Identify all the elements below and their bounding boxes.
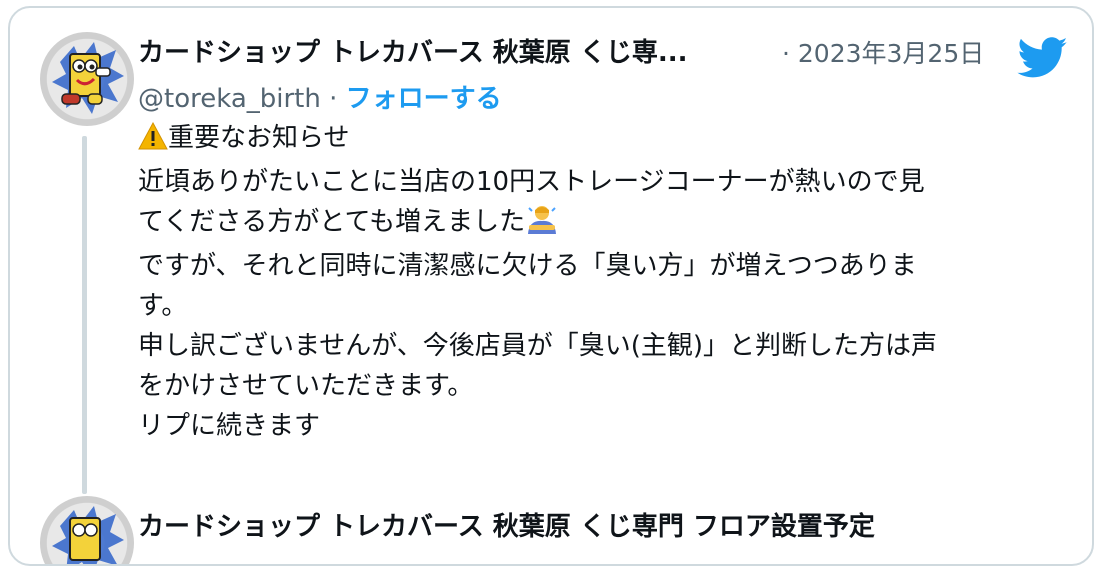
tweet-text: 重要なお知らせ 近頃ありがたいことに当店の10円ストレージコーナーが熱いので見 … [138, 118, 1068, 446]
tweet-line-3: てくださる方がとても増えました [138, 202, 1068, 246]
tweet-line-2: 近頃ありがたいことに当店の10円ストレージコーナーが熱いので見 [138, 167, 925, 197]
next-tweet-avatar[interactable] [40, 496, 134, 564]
tweet-line-7: 申し訳ございませんが、今後店員が「臭い(主観)」と判断した方は声 [138, 331, 937, 361]
mascot-avatar-icon [52, 506, 124, 564]
twitter-bird-icon[interactable] [1017, 37, 1069, 79]
tweet-line-1: 重要なお知らせ [138, 118, 1068, 162]
tweet-line-8: をかけさせていただきます。 [138, 371, 474, 401]
display-name[interactable]: カードショップ トレカバース 秋葉原 くじ専... [138, 32, 688, 69]
handle-separator: · [320, 84, 346, 114]
handle-row: @toreka_birth · フォローする [138, 78, 502, 115]
tweet-line-9: リプに続きます [138, 411, 321, 441]
bowing-person-icon [525, 204, 559, 246]
avatar[interactable] [40, 32, 134, 126]
tweet-line-5: す。 [138, 291, 188, 321]
tweet-card[interactable]: カードショップ トレカバース 秋葉原 くじ専... · 2023年3月25日 @… [8, 6, 1094, 566]
tweet-line-4: ですが、それと同時に清潔感に欠ける「臭い方」が増えつつありま [138, 251, 917, 281]
thread-line [82, 136, 87, 494]
mascot-avatar-icon [52, 42, 124, 114]
next-tweet-display-name[interactable]: カードショップ トレカバース 秋葉原 くじ専門 フロア設置予定 [138, 506, 875, 543]
user-handle[interactable]: @toreka_birth [138, 84, 321, 114]
follow-button[interactable]: フォローする [346, 84, 502, 114]
warning-icon [138, 121, 168, 162]
tweet-date[interactable]: · 2023年3月25日 [782, 34, 984, 70]
